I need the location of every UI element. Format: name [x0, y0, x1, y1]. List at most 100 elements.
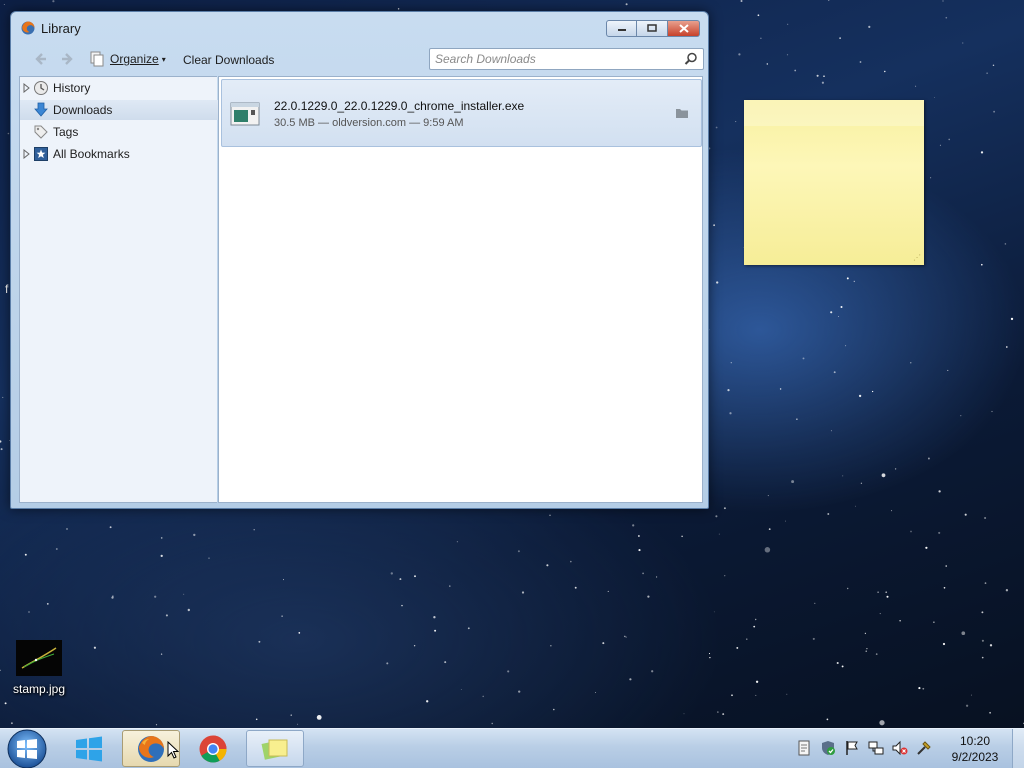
- star: [708, 653, 711, 655]
- sticky-note-header[interactable]: [744, 100, 924, 126]
- star: [989, 711, 991, 714]
- open-folder-icon[interactable]: [675, 107, 689, 119]
- taskbar-firefox[interactable]: [122, 730, 180, 767]
- star: [724, 575, 726, 577]
- search-box[interactable]: [429, 48, 704, 70]
- notes-icon[interactable]: [796, 740, 812, 756]
- star: [52, 0, 55, 3]
- star: [574, 586, 577, 589]
- star: [715, 126, 718, 129]
- star: [755, 618, 757, 621]
- star: [0, 440, 2, 443]
- star: [945, 16, 948, 19]
- star: [208, 557, 210, 559]
- volume-muted-icon[interactable]: [892, 740, 908, 756]
- star: [602, 642, 605, 645]
- desktop-icon-stamp[interactable]: stamp.jpg: [8, 640, 70, 700]
- star: [414, 575, 416, 578]
- star: [970, 694, 972, 696]
- star: [736, 646, 739, 649]
- star: [910, 362, 912, 364]
- star: [922, 687, 925, 690]
- windows-store-icon: [76, 736, 102, 761]
- star: [877, 591, 879, 593]
- network-icon[interactable]: [868, 740, 884, 756]
- star: [426, 700, 429, 703]
- clear-downloads-button[interactable]: Clear Downloads: [183, 53, 274, 67]
- star: [521, 591, 525, 594]
- star: [434, 629, 437, 632]
- star: [740, 0, 743, 2]
- tool-icon[interactable]: [916, 740, 932, 756]
- star: [709, 656, 711, 659]
- taskbar-sticky-notes[interactable]: [246, 730, 304, 767]
- star: [886, 595, 889, 598]
- star: [910, 530, 912, 533]
- close-button[interactable]: [668, 20, 700, 37]
- star: [112, 595, 114, 597]
- download-item[interactable]: 22.0.1229.0_22.0.1229.0_chrome_installer…: [221, 79, 702, 147]
- star: [607, 590, 609, 592]
- desktop-edge-text: f: [5, 282, 9, 296]
- action-center-flag-icon[interactable]: [844, 740, 860, 756]
- star: [868, 25, 871, 28]
- sticky-note[interactable]: ⋰: [744, 100, 924, 265]
- resize-grip-icon[interactable]: ⋰: [913, 253, 921, 262]
- forward-arrow-icon[interactable]: [59, 51, 75, 67]
- title-bar[interactable]: Library: [11, 12, 708, 42]
- star: [918, 687, 921, 690]
- star: [939, 144, 941, 146]
- minimize-button[interactable]: [606, 20, 637, 37]
- back-arrow-icon[interactable]: [33, 51, 49, 67]
- sidebar-item-downloads[interactable]: Downloads: [20, 100, 218, 120]
- taskbar-windows-store[interactable]: [60, 730, 118, 767]
- star: [570, 560, 572, 563]
- sidebar-item-history[interactable]: History: [20, 78, 218, 98]
- star: [46, 603, 49, 605]
- maximize-button[interactable]: [637, 20, 668, 37]
- search-input[interactable]: [435, 51, 675, 67]
- star: [3, 4, 5, 5]
- star: [297, 723, 299, 725]
- search-icon[interactable]: [684, 52, 698, 66]
- star: [491, 722, 493, 725]
- star: [632, 524, 635, 527]
- taskbar-clock[interactable]: 10:20 9/2/2023: [945, 733, 1005, 765]
- star: [24, 553, 27, 556]
- security-shield-icon[interactable]: [820, 740, 836, 756]
- sidebar-item-tags[interactable]: Tags: [20, 122, 218, 142]
- taskbar-chrome[interactable]: [184, 730, 242, 767]
- star: [595, 691, 597, 693]
- star: [460, 688, 462, 690]
- star: [401, 604, 403, 607]
- expand-triangle-icon[interactable]: [23, 83, 31, 93]
- windows-start-orb[interactable]: [2, 729, 52, 768]
- star: [1005, 346, 1008, 348]
- star: [846, 277, 849, 280]
- star: [55, 548, 58, 550]
- star: [154, 595, 157, 598]
- download-arrow-icon: [34, 102, 48, 117]
- organize-button[interactable]: Organize ▾: [89, 50, 166, 68]
- star: [718, 533, 720, 535]
- star: [764, 547, 771, 553]
- star: [755, 694, 757, 696]
- star: [413, 645, 416, 647]
- sidebar-item-label: History: [53, 81, 91, 95]
- desktop-icon-label: stamp.jpg: [12, 682, 66, 696]
- star: [779, 388, 782, 390]
- star: [796, 418, 798, 420]
- show-desktop-button[interactable]: [1012, 729, 1024, 768]
- star: [821, 81, 824, 84]
- star: [891, 510, 893, 512]
- star: [298, 632, 301, 634]
- star: [767, 495, 769, 497]
- exe-file-icon: [230, 102, 260, 126]
- expand-triangle-icon[interactable]: [23, 149, 31, 159]
- star: [255, 718, 258, 721]
- star: [842, 475, 844, 477]
- download-filename: 22.0.1229.0_22.0.1229.0_chrome_installer…: [274, 99, 525, 113]
- star: [713, 611, 715, 613]
- star: [993, 110, 995, 113]
- sidebar-item-all-bookmarks[interactable]: All Bookmarks: [20, 144, 218, 164]
